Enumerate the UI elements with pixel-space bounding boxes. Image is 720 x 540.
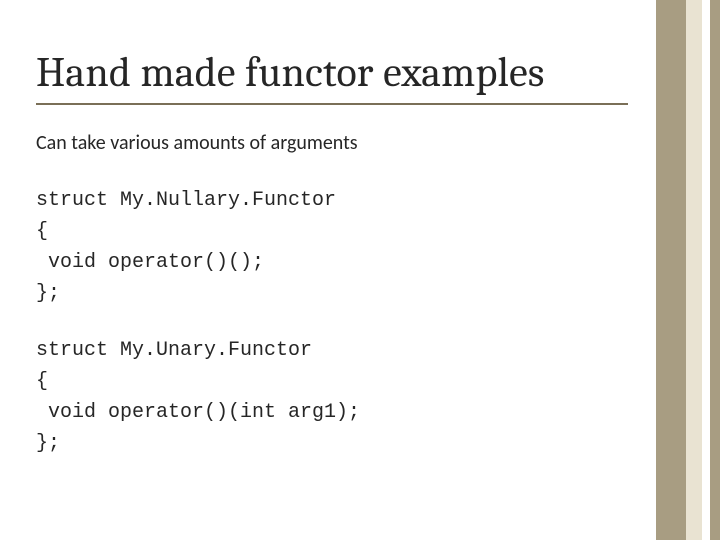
code-block-unary: struct My.Unary.Functor { void operator(… bbox=[36, 335, 640, 459]
slide-title: Hand made functor examples bbox=[36, 48, 640, 97]
slide-subtitle: Can take various amounts of arguments bbox=[36, 131, 640, 155]
right-decorative-bands bbox=[656, 0, 720, 540]
title-underline bbox=[36, 103, 628, 105]
slide-content: Hand made functor examples Can take vari… bbox=[36, 48, 640, 485]
band-olive-wide bbox=[656, 0, 686, 540]
band-olive-narrow bbox=[710, 0, 720, 540]
band-cream bbox=[686, 0, 702, 540]
band-white-gap bbox=[702, 0, 710, 540]
code-block-nullary: struct My.Nullary.Functor { void operato… bbox=[36, 185, 640, 309]
